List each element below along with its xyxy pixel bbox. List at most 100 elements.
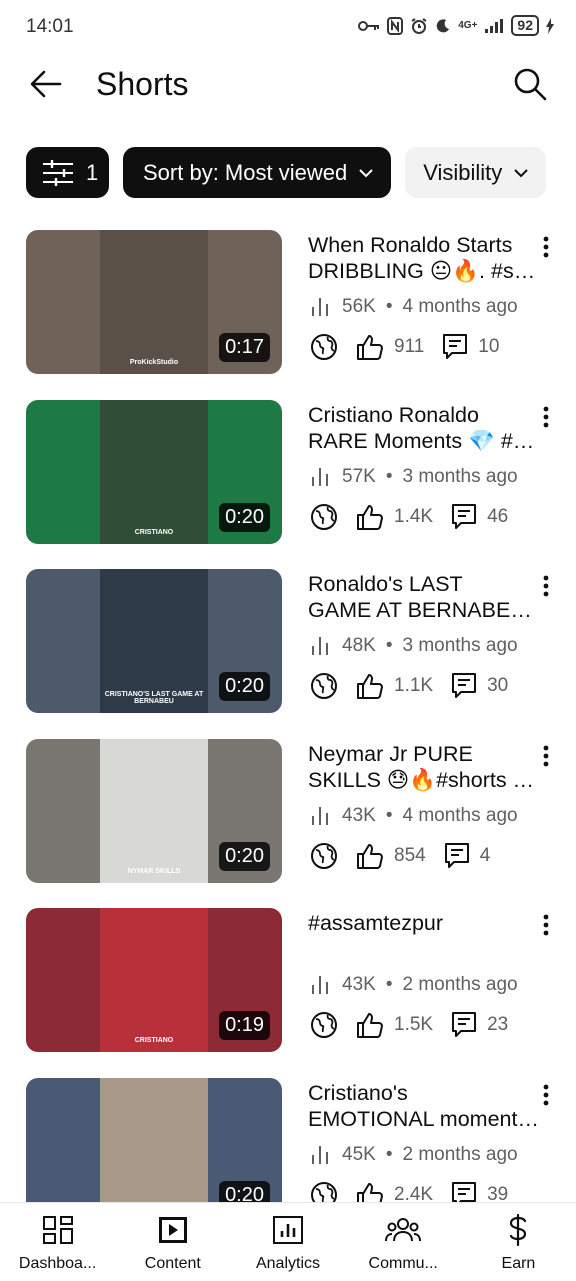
app-header: Shorts — [0, 56, 576, 116]
more-options-button[interactable] — [536, 1082, 556, 1108]
video-stats: 48K • 3 months ago — [310, 635, 518, 657]
thumbnail-caption: NYMAR SKILLS — [127, 868, 181, 875]
thumbnail-caption: CRISTIANO — [134, 529, 174, 536]
more-options-button[interactable] — [536, 743, 556, 769]
filter-chips: 1 Sort by: Most viewed Visibility — [26, 147, 547, 198]
like-count: 1.4K — [394, 506, 434, 527]
more-vert-icon — [543, 914, 549, 936]
views-bar-icon — [312, 298, 328, 316]
video-engagement: 1.1K 30 — [310, 672, 508, 700]
key-icon — [358, 20, 380, 31]
video-duration: 0:17 — [219, 333, 270, 362]
video-title[interactable]: Ronaldo's LAST GAME AT BERNABEU #shorts — [308, 571, 540, 623]
globe-icon — [310, 333, 338, 361]
video-title[interactable]: Cristiano's EMOTIONAL moments #shorts — [308, 1080, 540, 1132]
short-row[interactable]: CRISTIANO'S LAST GAME AT BERNABEU 0:20 R… — [0, 569, 576, 715]
views-bar-icon — [312, 468, 328, 486]
back-button[interactable] — [26, 64, 66, 104]
more-options-button[interactable] — [536, 573, 556, 599]
page-title: Shorts — [96, 66, 189, 102]
short-row[interactable]: ProKickStudio 0:17 When Ronaldo Starts D… — [0, 230, 576, 376]
view-count: 43K — [342, 805, 376, 826]
video-thumbnail[interactable]: ProKickStudio 0:17 — [26, 230, 282, 374]
community-icon — [385, 1213, 422, 1247]
comment-icon — [451, 1011, 477, 1039]
arrow-back-icon — [30, 70, 62, 98]
video-title-line-2: EMOTIONAL moments #shorts — [308, 1107, 540, 1131]
video-title[interactable]: Neymar Jr PURE SKILLS 😓🔥#shorts #neymar — [308, 741, 540, 793]
comment-count: 23 — [487, 1014, 509, 1035]
view-count: 56K — [342, 296, 376, 317]
video-stats: 56K • 4 months ago — [310, 296, 518, 318]
like-icon — [356, 333, 384, 361]
video-thumbnail[interactable]: CRISTIANO'S LAST GAME AT BERNABEU 0:20 — [26, 569, 282, 713]
dashboard-icon — [42, 1213, 74, 1247]
video-title-line-1: Cristiano Ronaldo — [308, 403, 479, 427]
comment-count: 30 — [487, 675, 509, 696]
video-title[interactable]: Cristiano Ronaldo RARE Moments 💎 #shorts — [308, 402, 540, 454]
nav-dashboard[interactable]: Dashboa... — [0, 1203, 115, 1281]
nfc-icon — [387, 16, 404, 35]
dot-separator: • — [385, 974, 393, 995]
dot-separator: • — [385, 1144, 393, 1165]
nav-earn[interactable]: Earn — [461, 1203, 576, 1281]
upload-age: 3 months ago — [402, 466, 518, 487]
video-duration: 0:20 — [219, 672, 270, 701]
globe-icon — [310, 842, 338, 870]
video-thumbnail[interactable]: CRISTIANO 0:19 — [26, 908, 282, 1052]
more-options-button[interactable] — [536, 912, 556, 938]
short-row[interactable]: CRISTIANO 0:20 Cristiano Ronaldo RARE Mo… — [0, 400, 576, 546]
video-engagement: 911 10 — [310, 333, 499, 361]
moon-icon — [437, 18, 450, 32]
comment-icon — [451, 503, 477, 531]
tune-icon — [43, 159, 73, 186]
sort-label: Sort by: Most viewed — [143, 159, 348, 185]
view-count: 48K — [342, 635, 376, 656]
more-options-button[interactable] — [536, 234, 556, 260]
battery-indicator: 92 — [511, 15, 539, 36]
comment-count: 46 — [487, 506, 509, 527]
globe-icon — [310, 672, 338, 700]
more-vert-icon — [543, 236, 549, 258]
like-icon — [356, 503, 384, 531]
thumbnail-image: CRISTIANO'S LAST GAME AT BERNABEU — [100, 569, 208, 713]
upload-age: 4 months ago — [402, 296, 518, 317]
search-icon — [514, 68, 547, 101]
nav-label: Earn — [501, 1255, 536, 1272]
video-title-line-1: Cristiano's — [308, 1081, 408, 1105]
views-bar-icon — [312, 1146, 328, 1164]
video-engagement: 854 4 — [310, 842, 490, 870]
dot-separator: • — [385, 805, 393, 826]
more-vert-icon — [543, 406, 549, 428]
sort-dropdown[interactable]: Sort by: Most viewed — [123, 147, 392, 198]
video-thumbnail[interactable]: 0:20 — [26, 1078, 282, 1222]
nav-content[interactable]: Content — [115, 1203, 230, 1281]
more-vert-icon — [543, 1084, 549, 1106]
video-stats: 43K • 2 months ago — [310, 974, 518, 996]
video-title[interactable]: When Ronaldo Starts DRIBBLING 😐🔥. #short… — [308, 232, 540, 284]
chevron-down-icon — [359, 168, 373, 177]
video-title[interactable]: #assamtezpur — [308, 910, 540, 936]
filter-button[interactable]: 1 — [26, 147, 109, 198]
video-thumbnail[interactable]: CRISTIANO 0:20 — [26, 400, 282, 544]
dot-separator: • — [385, 296, 393, 317]
video-duration: 0:20 — [219, 503, 270, 532]
short-row[interactable]: CRISTIANO 0:19 #assamtezpur 43K • 2 mont… — [0, 908, 576, 1054]
video-thumbnail[interactable]: NYMAR SKILLS 0:20 — [26, 739, 282, 883]
globe-icon — [310, 503, 338, 531]
comment-count: 10 — [478, 336, 500, 357]
video-title-line-1: #assamtezpur — [308, 911, 444, 935]
network-label: 4G+ — [458, 20, 478, 31]
thumbnail-image — [100, 1078, 208, 1222]
status-icons: 4G+ 92 — [358, 15, 554, 36]
short-row[interactable]: NYMAR SKILLS 0:20 Neymar Jr PURE SKILLS … — [0, 739, 576, 885]
nav-community[interactable]: Commu... — [346, 1203, 461, 1281]
like-count: 1.5K — [394, 1014, 434, 1035]
nav-analytics[interactable]: Analytics — [230, 1203, 345, 1281]
signal-icon — [485, 18, 504, 33]
search-button[interactable] — [510, 64, 550, 104]
visibility-dropdown[interactable]: Visibility — [405, 147, 547, 198]
more-options-button[interactable] — [536, 404, 556, 430]
nav-label: Dashboa... — [18, 1255, 97, 1272]
video-stats: 45K • 2 months ago — [310, 1144, 518, 1166]
